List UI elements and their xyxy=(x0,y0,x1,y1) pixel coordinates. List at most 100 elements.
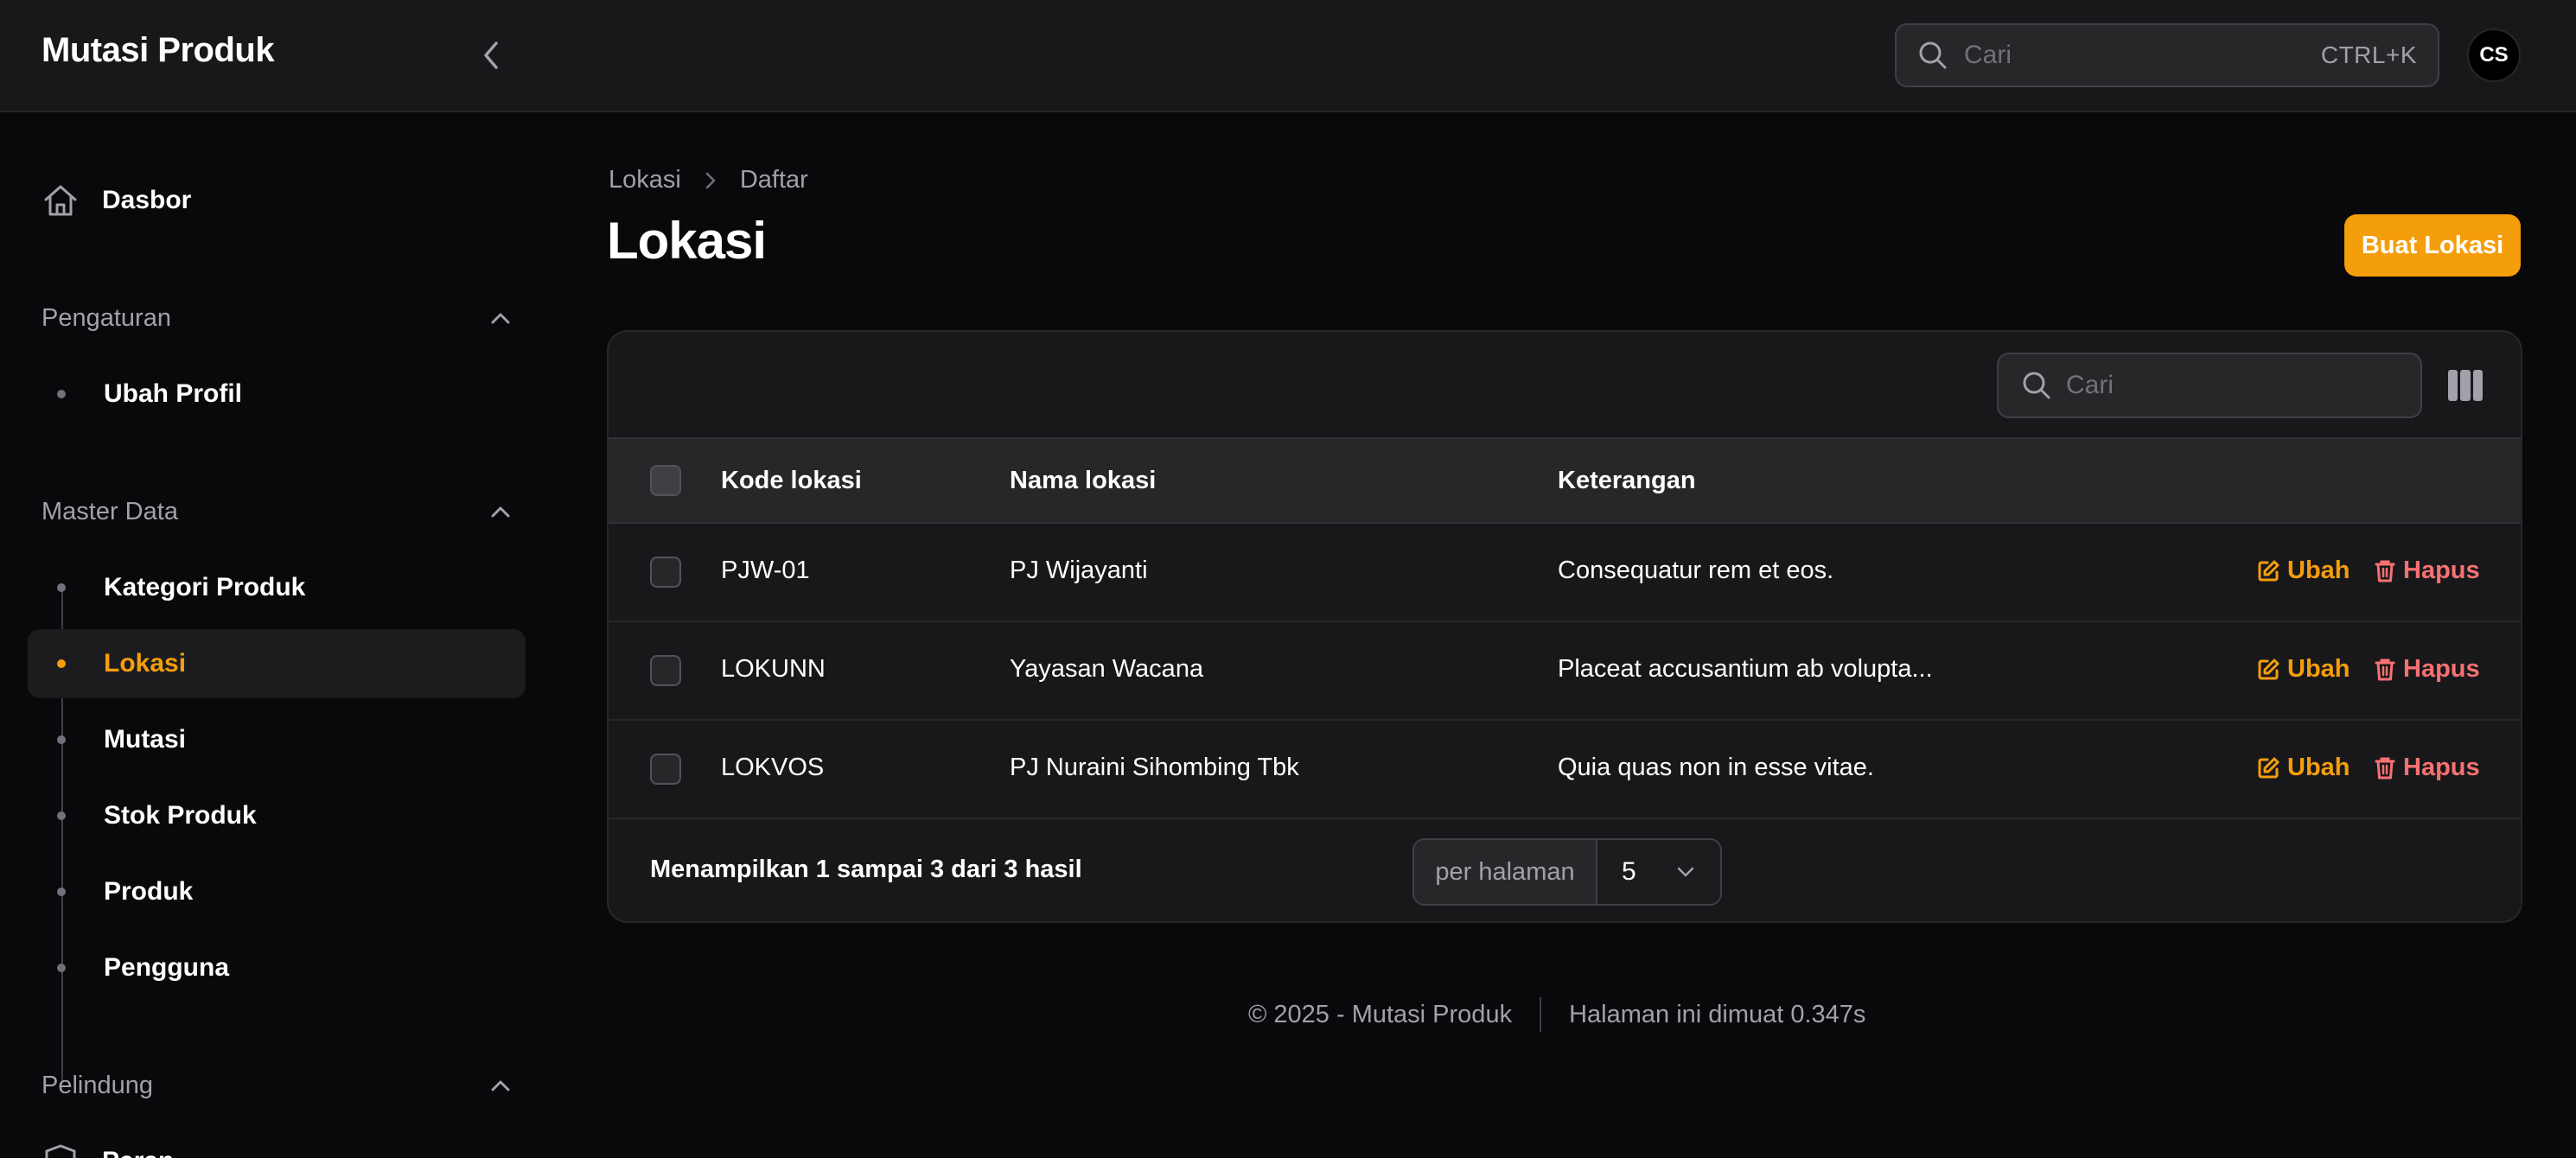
per-page-label: per halaman xyxy=(1414,840,1597,904)
sidebar-item-dasbor[interactable]: Dasbor xyxy=(28,173,526,228)
edit-icon xyxy=(2258,757,2280,778)
table-row: LOKUNN Yayasan Wacana Placeat accusantiu… xyxy=(609,622,2521,721)
edit-icon xyxy=(2258,560,2280,581)
per-page-select[interactable]: per halaman 5 xyxy=(1412,838,1722,906)
sidebar-item-label: Peran xyxy=(102,1147,174,1158)
delete-label: Hapus xyxy=(2403,754,2480,781)
user-avatar[interactable]: CS xyxy=(2467,29,2521,82)
trash-icon xyxy=(2375,560,2395,582)
chevron-left-icon xyxy=(484,41,498,69)
edit-button[interactable]: Ubah xyxy=(2256,557,2350,585)
edit-label: Ubah xyxy=(2287,557,2350,584)
cell-name: Yayasan Wacana xyxy=(1010,655,1204,683)
sidebar-item-label: Lokasi xyxy=(104,649,187,678)
breadcrumb-item-lokasi[interactable]: Lokasi xyxy=(609,166,681,194)
bullet-icon xyxy=(57,964,66,972)
table-header: Kode lokasi Nama lokasi Keterangan xyxy=(609,437,2521,524)
table-row: PJW-01 PJ Wijayanti Consequatur rem et e… xyxy=(609,524,2521,622)
table-search-input[interactable]: Cari xyxy=(1997,353,2422,418)
trash-icon xyxy=(2375,659,2395,680)
chevron-down-icon xyxy=(1677,867,1694,877)
page-footer: © 2025 - Mutasi Produk Halaman ini dimua… xyxy=(1248,997,1865,1032)
top-bar: Mutasi Produk Cari CTRL+K CS xyxy=(0,0,2576,112)
global-search-input[interactable]: Cari CTRL+K xyxy=(1895,23,2439,87)
edit-icon xyxy=(2258,659,2280,679)
brand-title: Mutasi Produk xyxy=(41,31,275,69)
create-location-button[interactable]: Buat Lokasi xyxy=(2344,214,2521,277)
sidebar-item-pengguna[interactable]: Pengguna xyxy=(28,933,526,1002)
sidebar-item-label: Mutasi xyxy=(104,725,187,754)
cell-name: PJ Wijayanti xyxy=(1010,557,1148,584)
edit-label: Ubah xyxy=(2287,754,2350,781)
delete-button[interactable]: Hapus xyxy=(2374,557,2480,585)
table-footer: Menampilkan 1 sampai 3 dari 3 hasil per … xyxy=(609,819,2521,921)
sidebar-group-master-data[interactable]: Master Data xyxy=(41,491,512,532)
home-icon xyxy=(44,185,77,216)
cell-note: Consequatur rem et eos. xyxy=(1558,557,1834,584)
sidebar-item-lokasi[interactable]: Lokasi xyxy=(28,629,526,698)
per-page-value: 5 xyxy=(1622,857,1636,886)
sidebar-item-label: Pengguna xyxy=(104,953,230,982)
table-card: Cari Kode lokasi Nama lokasi Keterangan … xyxy=(607,330,2522,923)
bullet-icon xyxy=(57,659,66,668)
select-all-checkbox[interactable] xyxy=(650,465,681,496)
shield-icon xyxy=(45,1144,76,1158)
trash-icon xyxy=(2375,757,2395,779)
cell-note: Quia quas non in esse vitae. xyxy=(1558,754,1874,781)
per-page-dropdown[interactable]: 5 xyxy=(1597,840,1720,904)
sidebar-group-label: Pelindung xyxy=(41,1071,153,1099)
sidebar-item-mutasi[interactable]: Mutasi xyxy=(28,705,526,774)
chevron-right-icon xyxy=(704,170,717,191)
table-row: LOKVOS PJ Nuraini Sihombing Tbk Quia qua… xyxy=(609,721,2521,819)
sidebar-item-label: Produk xyxy=(104,877,194,906)
sidebar-group-label: Master Data xyxy=(41,497,178,525)
sidebar-item-label: Stok Produk xyxy=(104,801,257,830)
sidebar-item-stok-produk[interactable]: Stok Produk xyxy=(28,781,526,850)
search-shortcut-hint: CTRL+K xyxy=(2320,41,2417,68)
column-header-note[interactable]: Keterangan xyxy=(1558,467,1696,495)
delete-label: Hapus xyxy=(2403,557,2480,584)
sidebar-item-produk[interactable]: Produk xyxy=(28,857,526,926)
delete-button[interactable]: Hapus xyxy=(2374,655,2480,684)
bullet-icon xyxy=(57,390,66,398)
sidebar-item-label: Ubah Profil xyxy=(104,379,243,408)
sidebar-group-label: Pengaturan xyxy=(41,303,171,332)
sidebar-item-label: Dasbor xyxy=(102,186,192,214)
bullet-icon xyxy=(57,888,66,896)
app-root: Mutasi Produk Cari CTRL+K CS Dasbor Peng… xyxy=(0,0,2576,1158)
footer-copyright: © 2025 - Mutasi Produk xyxy=(1248,1000,1513,1028)
cell-name: PJ Nuraini Sihombing Tbk xyxy=(1010,754,1299,781)
sidebar-group-pengaturan[interactable]: Pengaturan xyxy=(41,297,512,339)
chevron-up-icon xyxy=(491,506,510,518)
delete-button[interactable]: Hapus xyxy=(2374,754,2480,782)
cell-code: PJW-01 xyxy=(721,557,810,584)
footer-divider xyxy=(1540,997,1542,1032)
global-search-placeholder: Cari xyxy=(1964,41,2012,69)
sidebar-item-label: Kategori Produk xyxy=(104,573,306,601)
row-checkbox[interactable] xyxy=(650,557,681,588)
footer-load-time: Halaman ini dimuat 0.347s xyxy=(1569,1000,1866,1028)
delete-label: Hapus xyxy=(2403,655,2480,683)
cell-note: Placeat accusantium ab volupta... xyxy=(1558,655,1933,683)
collapse-sidebar-button[interactable] xyxy=(472,36,510,74)
cell-code: LOKVOS xyxy=(721,754,825,781)
pagination-summary: Menampilkan 1 sampai 3 dari 3 hasil xyxy=(650,856,1082,883)
bullet-icon xyxy=(57,735,66,744)
edit-button[interactable]: Ubah xyxy=(2256,754,2350,782)
breadcrumb: Lokasi Daftar xyxy=(609,166,808,194)
column-header-code[interactable]: Kode lokasi xyxy=(721,467,862,495)
chevron-up-icon xyxy=(491,313,510,324)
toggle-columns-icon[interactable] xyxy=(2448,370,2483,401)
page-title: Lokasi xyxy=(607,212,767,270)
sidebar-group-pelindung[interactable]: Pelindung xyxy=(41,1065,512,1106)
sidebar-item-ubah-profil[interactable]: Ubah Profil xyxy=(28,359,526,429)
column-header-name[interactable]: Nama lokasi xyxy=(1010,467,1156,495)
sidebar: Dasbor Pengaturan Ubah Profil Master Dat… xyxy=(0,114,553,1158)
row-checkbox[interactable] xyxy=(650,754,681,785)
edit-button[interactable]: Ubah xyxy=(2256,655,2350,684)
edit-label: Ubah xyxy=(2287,655,2350,683)
row-checkbox[interactable] xyxy=(650,655,681,686)
sidebar-item-peran[interactable]: Peran xyxy=(28,1134,526,1158)
sidebar-item-kategori-produk[interactable]: Kategori Produk xyxy=(28,553,526,622)
search-icon xyxy=(1919,41,1947,69)
